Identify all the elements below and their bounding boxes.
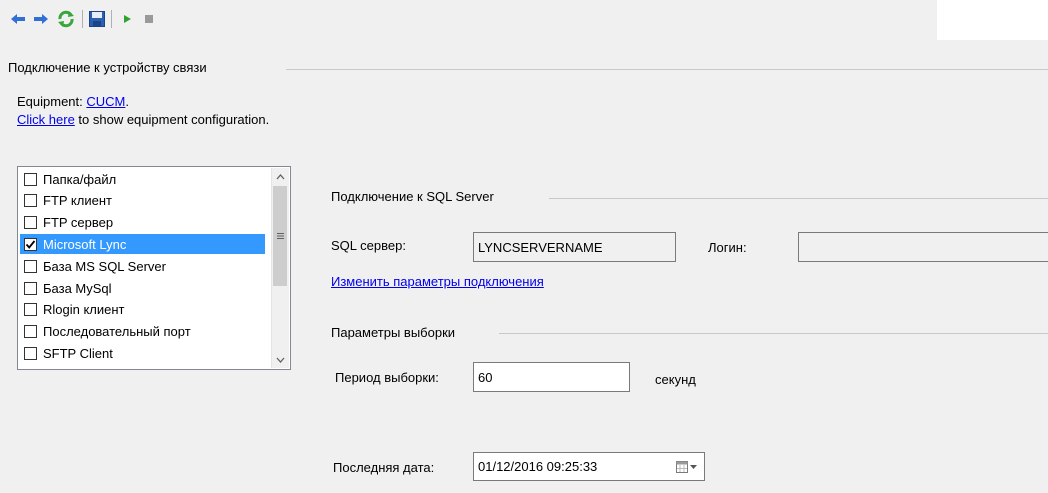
checkbox[interactable] bbox=[24, 303, 37, 317]
list-item-label: Последовательный порт bbox=[43, 324, 191, 340]
period-unit: секунд bbox=[655, 372, 696, 387]
scroll-thumb[interactable] bbox=[273, 186, 287, 286]
toolbar-separator bbox=[111, 10, 112, 28]
scroll-up-icon[interactable] bbox=[272, 168, 289, 185]
last-date-label: Последняя дата: bbox=[333, 460, 435, 475]
toolbar-blank-area bbox=[937, 0, 1048, 40]
list-item-label: База MS SQL Server bbox=[43, 258, 166, 274]
checkbox[interactable] bbox=[24, 194, 37, 208]
play-icon[interactable] bbox=[117, 9, 137, 29]
sql-server-field[interactable]: LYNCSERVERNAME bbox=[473, 232, 676, 262]
login-field[interactable] bbox=[798, 232, 1048, 262]
last-date-picker[interactable]: 01/12/2016 09:25:33 bbox=[473, 452, 705, 481]
last-date-value: 01/12/2016 09:25:33 bbox=[478, 459, 598, 474]
config-text: to show equipment configuration. bbox=[74, 112, 270, 127]
checkbox[interactable] bbox=[24, 281, 37, 295]
list-item[interactable]: Последовательный порт bbox=[20, 322, 265, 342]
sql-group-title: Подключение к SQL Server bbox=[331, 189, 494, 204]
equipment-line: Equipment: CUCM. bbox=[17, 94, 129, 109]
group-divider bbox=[286, 69, 1048, 70]
save-icon[interactable] bbox=[87, 9, 107, 29]
back-arrow-icon[interactable] bbox=[8, 9, 28, 29]
group-divider bbox=[549, 198, 1048, 199]
period-input[interactable]: 60 bbox=[473, 362, 630, 392]
list-item[interactable]: База MS SQL Server bbox=[20, 256, 265, 276]
list-item[interactable]: SFTP Client bbox=[20, 343, 265, 363]
show-config-link[interactable]: Click here bbox=[17, 112, 75, 127]
group-divider bbox=[499, 333, 1048, 334]
login-label: Логин: bbox=[708, 240, 747, 255]
checkbox[interactable] bbox=[24, 216, 37, 230]
list-item-label: Rlogin клиент bbox=[43, 302, 125, 318]
connection-group-title: Подключение к устройству связи bbox=[8, 60, 207, 75]
list-scrollbar[interactable] bbox=[271, 168, 289, 368]
change-connection-link[interactable]: Изменить параметры подключения bbox=[331, 274, 544, 289]
list-item-label: Microsoft Lync bbox=[43, 236, 127, 252]
equipment-suffix: . bbox=[125, 94, 129, 109]
checkbox[interactable] bbox=[24, 259, 37, 273]
list-item[interactable]: Папка/файл bbox=[20, 169, 265, 189]
list-item[interactable]: FTP клиент bbox=[20, 191, 265, 211]
list-item-label: База MySql bbox=[43, 280, 112, 296]
stop-icon[interactable] bbox=[139, 9, 159, 29]
refresh-icon[interactable] bbox=[56, 9, 76, 29]
scroll-down-icon[interactable] bbox=[272, 351, 289, 368]
toolbar-separator bbox=[82, 10, 83, 28]
calendar-dropdown-icon[interactable] bbox=[676, 461, 698, 473]
checkbox[interactable] bbox=[24, 325, 37, 339]
list-item[interactable]: Rlogin клиент bbox=[20, 300, 265, 320]
config-line: Click here to show equipment configurati… bbox=[17, 112, 269, 127]
equipment-link[interactable]: CUCM bbox=[86, 94, 125, 109]
sql-server-label: SQL сервер: bbox=[331, 238, 406, 253]
equipment-prefix: Equipment: bbox=[17, 94, 87, 109]
connection-type-list[interactable]: Папка/файл FTP клиент FTP сервер Microsoft … bbox=[17, 166, 291, 370]
list-item[interactable]: Microsoft Lync bbox=[20, 234, 265, 255]
forward-arrow-icon[interactable] bbox=[31, 9, 51, 29]
list-item-label: Папка/файл bbox=[43, 171, 117, 187]
list-item-label: FTP сервер bbox=[43, 215, 114, 231]
toolbar bbox=[0, 0, 937, 40]
checkmark-icon bbox=[25, 240, 36, 249]
sampling-group-title: Параметры выборки bbox=[331, 325, 456, 340]
checkbox[interactable] bbox=[24, 237, 37, 251]
list-item-label: SFTP Client bbox=[43, 345, 113, 361]
checkbox[interactable] bbox=[24, 172, 37, 186]
list-item[interactable]: База MySql bbox=[20, 278, 265, 298]
period-label: Период выборки: bbox=[335, 370, 439, 385]
list-item[interactable]: FTP сервер bbox=[20, 213, 265, 233]
list-item-label: FTP клиент bbox=[43, 193, 112, 209]
checkbox[interactable] bbox=[24, 346, 37, 360]
